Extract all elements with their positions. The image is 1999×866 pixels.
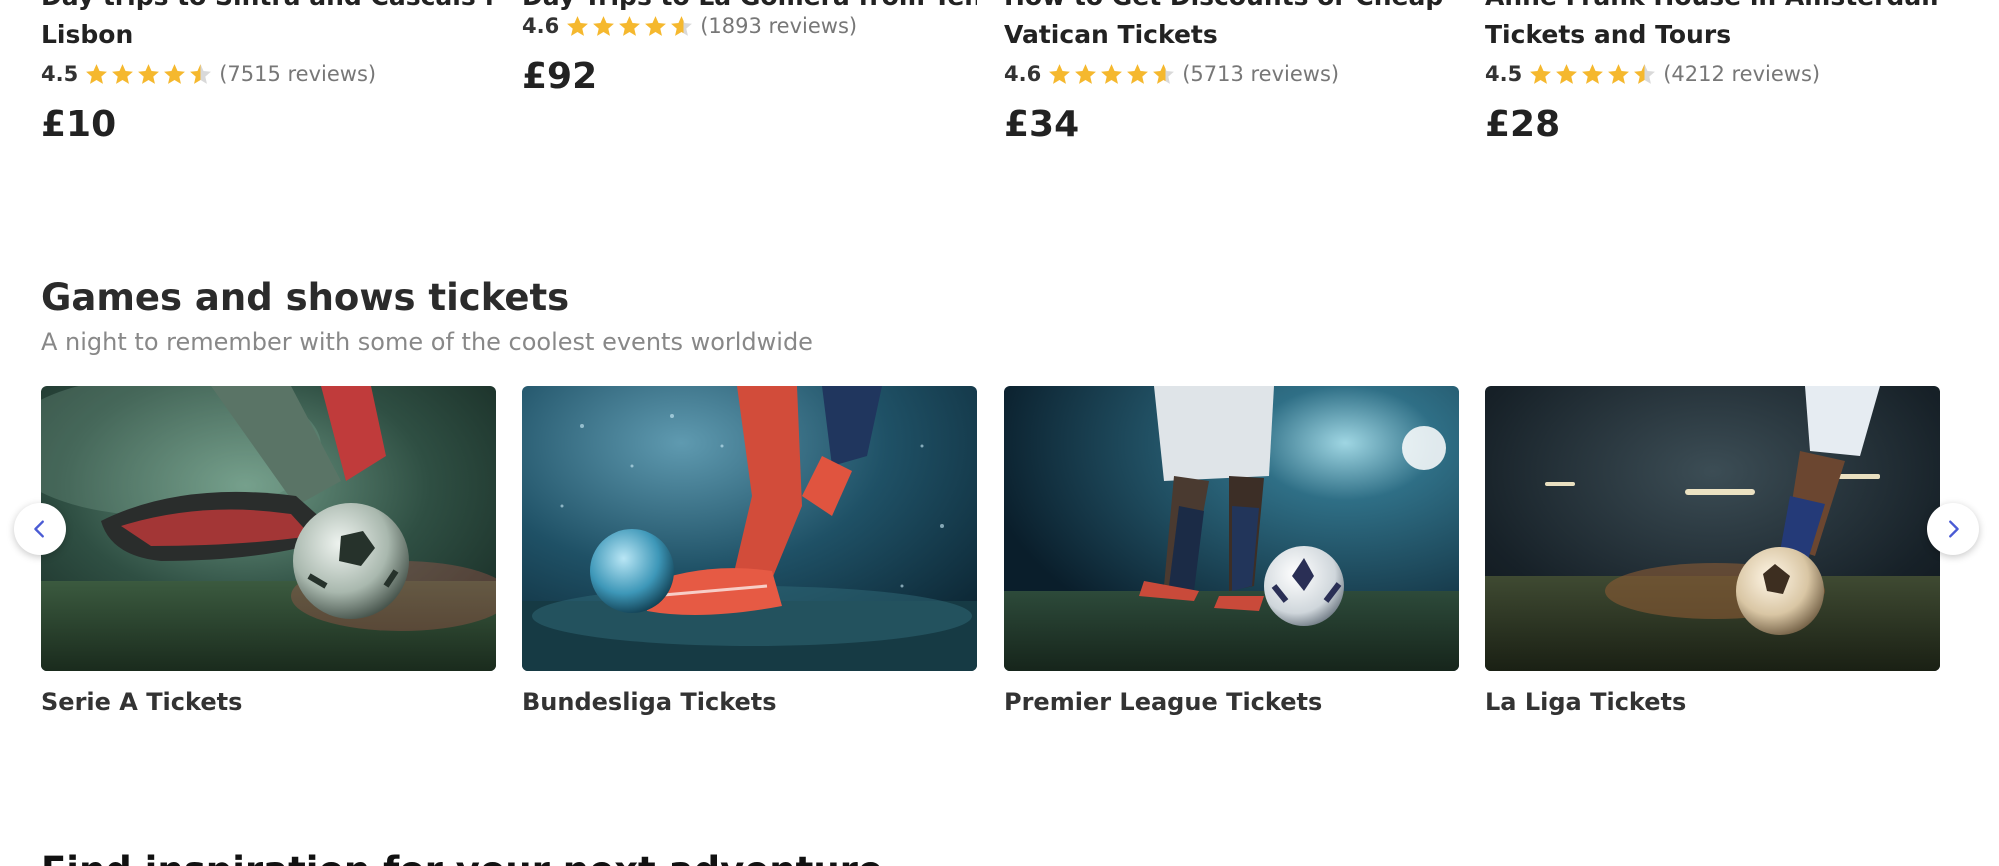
rating-score: 4.6 [522,14,560,38]
review-count: (7515 reviews) [219,62,377,86]
carousel-prev-button[interactable] [14,503,66,555]
soccer-photo [1485,386,1940,671]
star-icon [1127,63,1149,84]
star-icon [138,63,160,84]
soccer-photo [1004,386,1459,671]
tour-card[interactable]: How to Get Discounts or Cheap Vatican Ti… [1004,0,1459,147]
star-rating [84,62,213,87]
review-count: (4212 reviews) [1663,62,1821,86]
tour-card-title-line2[interactable]: Lisbon [41,16,496,54]
card-label[interactable]: La Liga Tickets [1485,687,1940,717]
tour-card[interactable]: Day trips to Sintra and Cascais from Lis… [41,0,496,147]
chevron-right-icon [1949,520,1959,538]
star-icon [567,15,589,36]
soccer-photo [522,386,977,671]
rating-score: 4.6 [1004,62,1042,86]
star-icon [164,63,186,84]
star-rating [1528,62,1657,87]
card-image[interactable] [41,386,496,671]
price: £92 [522,56,598,97]
rating-row: 4.6 (5713 reviews) [1004,59,1459,89]
card-image[interactable] [1004,386,1459,671]
star-icon [1101,63,1123,84]
tour-card-title[interactable]: How to Get Discounts or Cheap [1004,0,1459,16]
rating-score: 4.5 [1485,62,1523,86]
tour-card[interactable]: Anne Frank House in Amsterdam: Tickets a… [1485,0,1940,147]
review-count: (5713 reviews) [1182,62,1340,86]
ticket-card-la-liga[interactable]: La Liga Tickets [1485,386,1940,717]
star-icon [112,63,134,84]
chevron-left-icon [34,520,44,538]
card-image[interactable] [522,386,977,671]
carousel-next-button[interactable] [1927,503,1979,555]
card-label[interactable]: Bundesliga Tickets [522,687,977,717]
star-rating [565,14,694,39]
star-icon [593,15,615,36]
ticket-card-bundesliga[interactable]: Bundesliga Tickets [522,386,977,717]
rating-row: 4.5 (7515 reviews) [41,59,496,89]
page: Day trips to Sintra and Cascais from Lis… [0,0,1999,866]
tour-card-title-line2[interactable]: Tickets and Tours [1485,16,1940,54]
star-icon [1556,63,1578,84]
ticket-card-serie-a[interactable]: Serie A Tickets [41,386,496,717]
rating-row: 4.5 (4212 reviews) [1485,59,1940,89]
star-icon [671,15,693,36]
price: £10 [41,104,117,145]
star-icon [619,15,641,36]
review-count: (1893 reviews) [700,14,858,38]
star-icon [1530,63,1552,84]
card-label[interactable]: Serie A Tickets [41,687,496,717]
star-icon [1049,63,1071,84]
soccer-photo [41,386,496,671]
tour-card-title[interactable]: Day trips to Sintra and Cascais from [41,0,496,16]
star-icon [190,63,212,84]
tour-card[interactable]: Day Trips to La Gomera from Tenerife 4.6… [522,0,977,99]
tour-card-title[interactable]: Anne Frank House in Amsterdam: [1485,0,1940,16]
price: £34 [1004,104,1080,145]
star-icon [1075,63,1097,84]
star-icon [1634,63,1656,84]
star-icon [1582,63,1604,84]
rating-score: 4.5 [41,62,79,86]
star-icon [645,15,667,36]
star-icon [86,63,108,84]
section-title: Games and shows tickets [41,276,570,319]
ticket-card-premier-league[interactable]: Premier League Tickets [1004,386,1459,717]
card-image[interactable] [1485,386,1940,671]
tour-card-title-line2[interactable]: Vatican Tickets [1004,16,1459,54]
star-icon [1153,63,1175,84]
price: £28 [1485,104,1561,145]
star-rating [1047,62,1176,87]
next-section-title: Find inspiration for your next adventure [41,846,883,866]
section-subtitle: A night to remember with some of the coo… [41,328,813,356]
card-label[interactable]: Premier League Tickets [1004,687,1459,717]
star-icon [1608,63,1630,84]
